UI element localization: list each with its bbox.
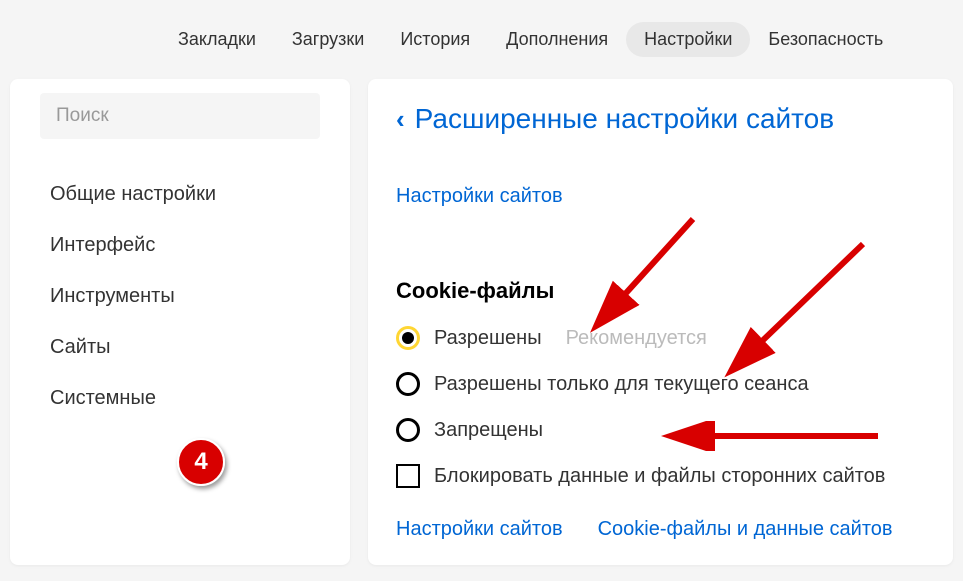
radio-label: Запрещены <box>434 419 543 442</box>
nav-addons[interactable]: Дополнения <box>488 22 626 57</box>
checkbox-icon <box>396 464 420 488</box>
main-panel: ‹ Расширенные настройки сайтов Настройки… <box>368 79 953 565</box>
radio-allowed[interactable]: Разрешены Рекомендуется <box>396 326 925 350</box>
back-chevron-icon[interactable]: ‹ <box>396 104 405 135</box>
sidebar-item-tools[interactable]: Инструменты <box>40 271 320 322</box>
page-title: Расширенные настройки сайтов <box>415 103 834 135</box>
nav-downloads[interactable]: Загрузки <box>274 22 382 57</box>
radio-label: Разрешены только для текущего сеанса <box>434 373 809 396</box>
nav-bookmarks[interactable]: Закладки <box>160 22 274 57</box>
sidebar: Общие настройки Интерфейс Инструменты Са… <box>10 79 350 565</box>
site-settings-link[interactable]: Настройки сайтов <box>396 185 563 208</box>
annotation-arrow-icon <box>713 234 873 384</box>
page-title-row: ‹ Расширенные настройки сайтов <box>396 103 925 135</box>
sidebar-item-general[interactable]: Общие настройки <box>40 169 320 220</box>
sidebar-item-system[interactable]: Системные <box>40 373 320 424</box>
cookie-section-heading: Cookie-файлы <box>396 278 925 304</box>
search-input[interactable] <box>56 105 304 127</box>
bottom-links: Настройки сайтов Cookie-файлы и данные с… <box>396 518 925 541</box>
recommended-label: Рекомендуется <box>566 327 707 350</box>
checkbox-label: Блокировать данные и файлы сторонних сай… <box>434 465 885 488</box>
site-settings-link-bottom[interactable]: Настройки сайтов <box>396 518 563 541</box>
top-nav: Закладки Загрузки История Дополнения Нас… <box>0 0 963 79</box>
radio-session-only[interactable]: Разрешены только для текущего сеанса <box>396 372 925 396</box>
annotation-arrow-icon <box>578 209 708 339</box>
radio-icon <box>396 372 420 396</box>
nav-security[interactable]: Безопасность <box>750 22 901 57</box>
nav-history[interactable]: История <box>382 22 488 57</box>
radio-label: Разрешены <box>434 327 542 350</box>
nav-settings[interactable]: Настройки <box>626 22 750 57</box>
sidebar-item-sites[interactable]: Сайты <box>40 322 320 373</box>
annotation-badge: 4 <box>177 438 225 486</box>
radio-blocked[interactable]: Запрещены <box>396 418 925 442</box>
sidebar-item-interface[interactable]: Интерфейс <box>40 220 320 271</box>
radio-icon <box>396 326 420 350</box>
radio-icon <box>396 418 420 442</box>
search-box[interactable] <box>40 93 320 139</box>
checkbox-block-third-party[interactable]: Блокировать данные и файлы сторонних сай… <box>396 464 925 488</box>
cookie-data-link[interactable]: Cookie-файлы и данные сайтов <box>598 518 893 541</box>
